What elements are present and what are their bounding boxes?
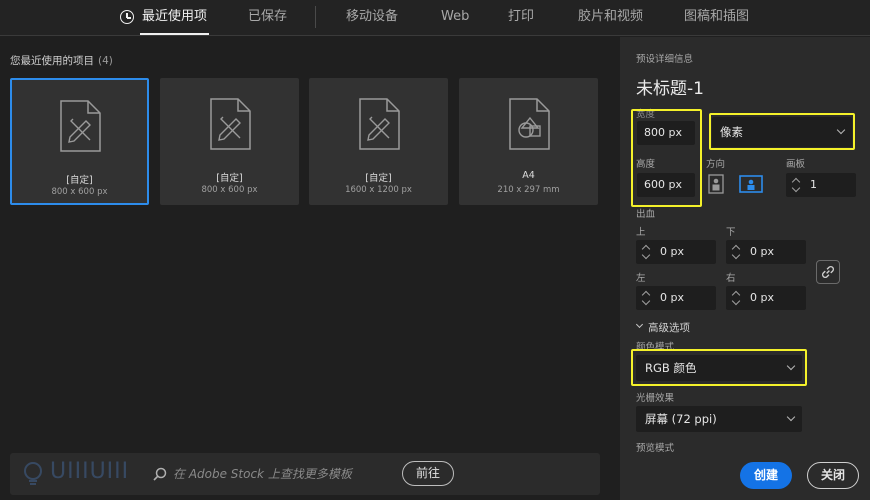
- artboard-label: 画板: [786, 159, 806, 170]
- raster-effects-value: 屏幕 (72 ppi): [645, 412, 717, 426]
- go-button[interactable]: 前往: [402, 461, 454, 486]
- stock-search-bar: UIIIUIII 前往: [10, 453, 600, 495]
- shapes-document-icon: [508, 98, 550, 150]
- watermark-logo: UIIIUIII: [20, 459, 150, 491]
- recent-card-size: 800 x 600 px: [51, 187, 108, 197]
- tab-divider: [315, 6, 316, 28]
- stepper-arrows-icon[interactable]: [731, 243, 742, 261]
- orientation-label: 方向: [706, 159, 726, 170]
- artboard-value: 1: [810, 178, 817, 191]
- tab-web[interactable]: Web: [441, 0, 469, 36]
- create-button[interactable]: 创建: [740, 462, 792, 489]
- stepper-arrows-icon[interactable]: [791, 176, 802, 194]
- recent-card-2[interactable]: [自定] 800 x 600 px: [160, 78, 299, 205]
- document-name-field[interactable]: 未标题-1: [636, 74, 704, 99]
- top-tab-bar: 最近使用项 已保存 移动设备 Web 打印 胶片和视频 图稿和插图: [0, 0, 870, 36]
- bleed-top-label: 上: [636, 227, 646, 238]
- raster-effects-label: 光栅效果: [636, 393, 675, 404]
- lightbulb-icon: [24, 462, 42, 485]
- recent-items-area: 您最近使用的项目 (4) [自定] 800 x 600 px [自定] 800 x…: [0, 37, 620, 500]
- stepper-arrows-icon[interactable]: [641, 243, 652, 261]
- chevron-down-icon[interactable]: [635, 320, 644, 329]
- bleed-top-value: 0 px: [660, 245, 684, 258]
- tab-recent[interactable]: 最近使用项: [120, 0, 210, 36]
- highlight-color-mode-box: [631, 349, 807, 386]
- bleed-label: 出血: [636, 209, 656, 220]
- tab-art-illustration[interactable]: 图稿和插图: [684, 0, 749, 36]
- brush-document-icon: [358, 98, 400, 150]
- recent-card-size: 800 x 600 px: [201, 185, 258, 195]
- recent-card-4[interactable]: A4 210 x 297 mm: [459, 78, 598, 205]
- landscape-orientation-icon[interactable]: [739, 174, 763, 194]
- recent-card-name: [自定]: [216, 173, 243, 184]
- recent-card-size: 1600 x 1200 px: [345, 185, 412, 195]
- stepper-arrows-icon[interactable]: [731, 289, 742, 307]
- tab-label: 最近使用项: [142, 9, 208, 24]
- recent-card-3[interactable]: [自定] 1600 x 1200 px: [309, 78, 448, 205]
- height-value: 600 px: [644, 178, 682, 191]
- recent-card-name: A4: [522, 170, 535, 181]
- bleed-right-value: 0 px: [750, 291, 774, 304]
- stock-search-input[interactable]: [173, 464, 398, 484]
- recent-section-title: 您最近使用的项目 (4): [10, 53, 113, 68]
- tab-saved[interactable]: 已保存: [248, 0, 287, 36]
- recent-count: (4): [98, 55, 113, 67]
- height-label: 高度: [636, 159, 656, 170]
- bleed-bottom-label: 下: [726, 227, 736, 238]
- bleed-bottom-stepper[interactable]: 0 px: [726, 240, 806, 264]
- tab-film-video[interactable]: 胶片和视频: [578, 0, 643, 36]
- link-bleed-icon[interactable]: [816, 260, 840, 284]
- close-button[interactable]: 关闭: [807, 462, 859, 489]
- brush-document-icon: [209, 98, 251, 150]
- preview-mode-label: 预览模式: [636, 443, 675, 454]
- height-input[interactable]: 600 px: [637, 173, 695, 197]
- bleed-right-label: 右: [726, 273, 736, 284]
- bleed-left-stepper[interactable]: 0 px: [636, 286, 716, 310]
- stepper-arrows-icon[interactable]: [641, 289, 652, 307]
- advanced-options-toggle[interactable]: 高级选项: [648, 320, 690, 335]
- recent-card-size: 210 x 297 mm: [497, 185, 560, 195]
- clock-icon: [120, 10, 134, 24]
- raster-effects-dropdown[interactable]: 屏幕 (72 ppi): [636, 406, 802, 432]
- watermark-text: UIIIUIII: [50, 459, 130, 484]
- preset-section-label: 预设详细信息: [636, 54, 694, 65]
- recent-card-1[interactable]: [自定] 800 x 600 px: [10, 78, 149, 205]
- recent-card-name: [自定]: [365, 173, 392, 184]
- portrait-orientation-icon[interactable]: [706, 174, 726, 194]
- bleed-left-value: 0 px: [660, 291, 684, 304]
- chevron-down-icon: [786, 412, 796, 422]
- search-icon: [153, 467, 167, 481]
- tab-mobile[interactable]: 移动设备: [346, 0, 398, 36]
- bleed-left-label: 左: [636, 273, 646, 284]
- brush-document-icon: [59, 100, 101, 152]
- highlight-unit-box: [709, 113, 855, 150]
- recent-title-text: 您最近使用的项目: [10, 55, 94, 67]
- bleed-top-stepper[interactable]: 0 px: [636, 240, 716, 264]
- bleed-bottom-value: 0 px: [750, 245, 774, 258]
- preset-details-panel: 预设详细信息 未标题-1 宽度 800 px 像素 高度 600 px 方向 画…: [620, 37, 870, 500]
- artboard-stepper[interactable]: 1: [786, 173, 856, 197]
- tab-print[interactable]: 打印: [508, 0, 534, 36]
- recent-card-name: [自定]: [66, 175, 93, 186]
- bleed-right-stepper[interactable]: 0 px: [726, 286, 806, 310]
